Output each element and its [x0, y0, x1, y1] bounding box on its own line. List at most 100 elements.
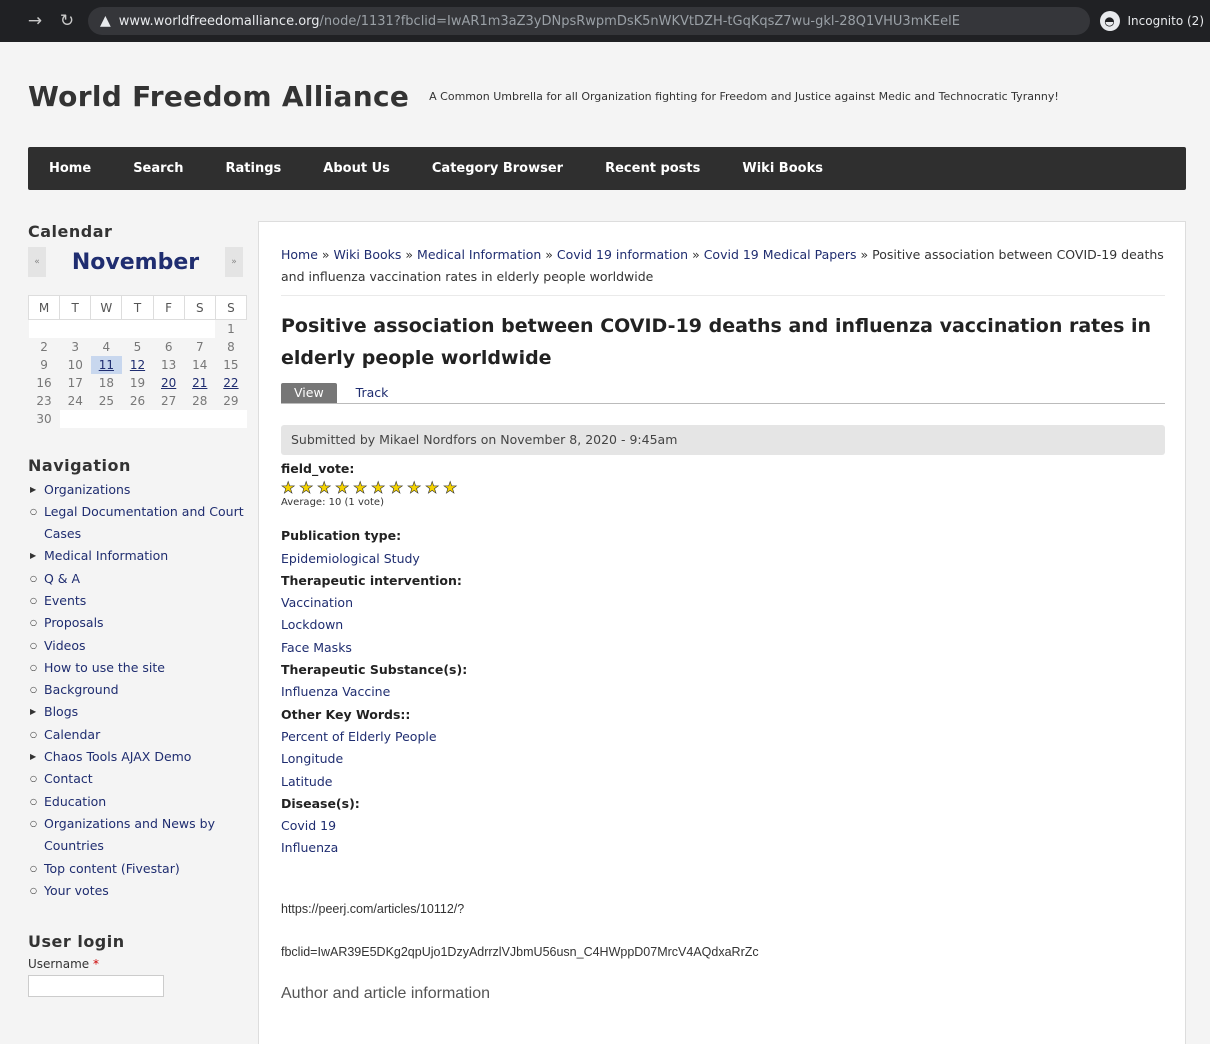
calendar-day[interactable]: 21 [184, 374, 215, 392]
nav-menu-item-label[interactable]: Contact [44, 771, 93, 786]
calendar-next-button[interactable]: » [224, 247, 243, 277]
nav-menu-item-label[interactable]: Events [44, 593, 86, 608]
field-value-link[interactable]: Lockdown [281, 614, 1165, 636]
calendar-day: 8 [227, 339, 235, 354]
calendar-day-link[interactable]: 12 [130, 358, 145, 372]
star-icon[interactable]: ★ [371, 479, 389, 496]
nav-menu-item[interactable]: ▶ Medical Information [28, 545, 248, 567]
not-secure-warning-icon[interactable]: ▲ [100, 13, 111, 29]
star-rating[interactable]: ★ ★ ★ ★ ★ ★ ★ ★ ★ ★ [281, 479, 1165, 496]
field-label: Therapeutic Substance(s): [281, 662, 468, 678]
star-icon[interactable]: ★ [353, 479, 371, 496]
nav-menu-item[interactable]: ○ Top content (Fivestar) [28, 858, 248, 880]
field-value-link[interactable]: Epidemiological Study [281, 548, 1165, 570]
nav-menu-item[interactable]: ○ How to use the site [28, 657, 248, 679]
calendar-day-link[interactable]: 11 [99, 358, 114, 372]
nav-menu-item-label[interactable]: Top content (Fivestar) [44, 861, 180, 876]
nav-link-search[interactable]: Search [133, 161, 183, 176]
calendar-prev-button[interactable]: « [28, 247, 46, 277]
nav-menu-item[interactable]: ○ Organizations and News by Countries [28, 813, 248, 858]
incognito-indicator[interactable]: ◓ Incognito (2) [1099, 11, 1204, 31]
nav-menu-item-label[interactable]: Background [44, 682, 119, 697]
nav-menu-item[interactable]: ▶ Chaos Tools AJAX Demo [28, 746, 248, 768]
site-title[interactable]: World Freedom Alliance [28, 80, 409, 113]
nav-menu-item-label[interactable]: Blogs [44, 704, 78, 719]
nav-menu-item-label[interactable]: Legal Documentation and Court Cases [44, 504, 244, 541]
nav-link-home[interactable]: Home [49, 161, 91, 176]
forward-arrow-icon[interactable]: → [24, 10, 46, 32]
nav-menu-item[interactable]: ○ Contact [28, 768, 248, 790]
field-value-link[interactable]: Influenza Vaccine [281, 681, 1165, 703]
star-icon[interactable]: ★ [443, 479, 461, 496]
nav-menu-item-label[interactable]: Chaos Tools AJAX Demo [44, 749, 191, 764]
calendar-day-link[interactable]: 21 [192, 376, 207, 390]
username-input[interactable] [28, 975, 164, 998]
nav-menu-item-label[interactable]: Your votes [44, 883, 109, 898]
nav-menu-item[interactable]: ○ Legal Documentation and Court Cases [28, 501, 248, 546]
site-slogan: A Common Umbrella for all Organization f… [429, 89, 1059, 103]
star-icon[interactable]: ★ [281, 479, 299, 496]
bullet-circle-icon: ○ [30, 818, 37, 828]
star-icon[interactable]: ★ [389, 479, 407, 496]
username-label: Username * [28, 957, 248, 971]
nav-menu-item-label[interactable]: Medical Information [44, 548, 168, 563]
calendar-day-link[interactable]: 20 [161, 376, 176, 390]
nav-link-ratings[interactable]: Ratings [226, 161, 282, 176]
nav-menu-item[interactable]: ○ Your votes [28, 880, 248, 902]
nav-menu-item[interactable]: ○ Proposals [28, 612, 248, 634]
calendar-day[interactable]: 22 [215, 374, 246, 392]
nav-link-recent-posts[interactable]: Recent posts [605, 161, 700, 176]
calendar-title: Calendar [28, 222, 113, 241]
nav-menu-item-label[interactable]: Education [44, 794, 106, 809]
nav-menu-item-label[interactable]: Organizations [44, 482, 130, 497]
field-value-link[interactable]: Latitude [281, 771, 1165, 793]
nav-menu-item-label[interactable]: Q & A [44, 571, 80, 586]
calendar-day: 14 [192, 357, 208, 372]
star-icon[interactable]: ★ [425, 479, 443, 496]
nav-link-about-us[interactable]: About Us [323, 161, 390, 176]
nav-menu-item[interactable]: ○ Background [28, 679, 248, 701]
field-value-link[interactable]: Face Masks [281, 637, 1165, 659]
breadcrumb-link-home[interactable]: Home [281, 247, 318, 262]
star-icon[interactable]: ★ [335, 479, 353, 496]
star-icon[interactable]: ★ [317, 479, 335, 496]
nav-menu-item-label[interactable]: Calendar [44, 727, 100, 742]
breadcrumb-link-wiki-books[interactable]: Wiki Books [334, 247, 402, 262]
field-value-link[interactable]: Vaccination [281, 592, 1165, 614]
nav-menu-item[interactable]: ○ Education [28, 791, 248, 813]
star-icon[interactable]: ★ [407, 479, 425, 496]
calendar-day[interactable]: 12 [122, 356, 153, 374]
nav-menu-item-label[interactable]: Organizations and News by Countries [44, 816, 215, 853]
weekday-header: S [183, 295, 216, 320]
calendar-day-link[interactable]: 22 [223, 376, 238, 390]
nav-link-category-browser[interactable]: Category Browser [432, 161, 563, 176]
nav-link-wiki-books[interactable]: Wiki Books [742, 161, 823, 176]
star-icon[interactable]: ★ [299, 479, 317, 496]
url-host: www.worldfreedomalliance.org [118, 13, 320, 29]
calendar-day[interactable]: 20 [153, 374, 184, 392]
field-value-link[interactable]: Percent of Elderly People [281, 726, 1165, 748]
nav-menu-item[interactable]: ▶ Organizations [28, 479, 248, 501]
nav-menu-item[interactable]: ○ Events [28, 590, 248, 612]
field-value-link[interactable]: Longitude [281, 748, 1165, 770]
article-fields: field_vote: ★ ★ ★ ★ ★ ★ ★ ★ ★ ★ Average: 10 (1 vo… [281, 458, 1165, 860]
calendar-day-today[interactable]: 11 [90, 355, 122, 374]
field-value-link[interactable]: Influenza [281, 837, 1165, 859]
address-bar[interactable]: ▲ www.worldfreedomalliance.org/node/1131… [88, 7, 1090, 35]
nav-menu-item-label[interactable]: Proposals [44, 615, 104, 630]
nav-menu-item[interactable]: ○ Calendar [28, 724, 248, 746]
reload-icon[interactable]: ↻ [56, 10, 78, 32]
nav-menu-item-label[interactable]: Videos [44, 638, 86, 653]
weekday-header: F [152, 295, 185, 320]
tab-view[interactable]: View [281, 383, 337, 403]
nav-menu-item-label[interactable]: How to use the site [44, 660, 165, 675]
breadcrumb-link-covid-19-medical-papers[interactable]: Covid 19 Medical Papers [704, 247, 857, 262]
nav-menu-item[interactable]: ○ Q & A [28, 568, 248, 590]
nav-menu-item[interactable]: ○ Videos [28, 635, 248, 657]
tab-track[interactable]: Track [343, 383, 402, 403]
body-url-line-1: https://peerj.com/articles/10112/? [281, 902, 465, 916]
nav-menu-item[interactable]: ▶ Blogs [28, 701, 248, 723]
breadcrumb-link-covid-19-information[interactable]: Covid 19 information [557, 247, 688, 262]
field-value-link[interactable]: Covid 19 [281, 815, 1165, 837]
breadcrumb-link-medical-information[interactable]: Medical Information [417, 247, 541, 262]
